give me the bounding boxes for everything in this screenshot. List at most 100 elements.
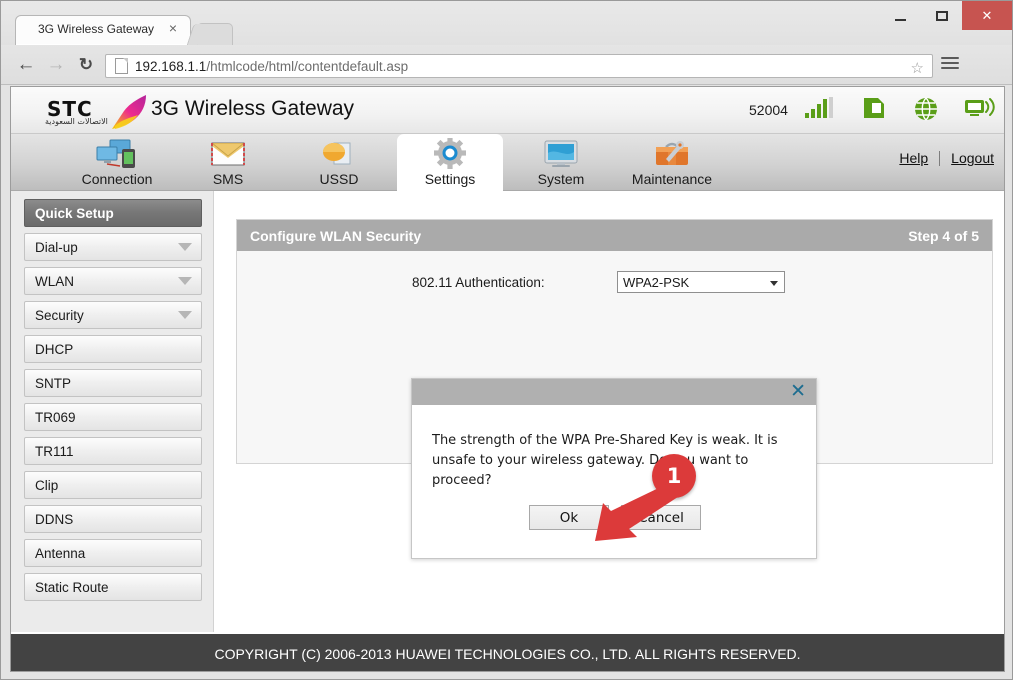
sidebar-item-label: Clip [35, 477, 59, 493]
new-tab-button[interactable] [197, 23, 233, 45]
status-icon-group [804, 95, 1004, 127]
auth-label: 802.11 Authentication: [412, 274, 545, 290]
router-nav-tabs: Connection SMS USSD Settings System Main… [11, 134, 1004, 191]
stc-flame-icon [112, 95, 146, 129]
dialog-message: The strength of the WPA Pre-Shared Key i… [432, 433, 778, 488]
reload-icon[interactable]: ↻ [73, 53, 99, 77]
close-window-button[interactable]: ✕ [962, 1, 1012, 30]
page-viewport: STC الاتصالات السعودية 3G Wireless Gatew… [10, 86, 1005, 672]
sidebar-item-tr069[interactable]: TR069 [24, 403, 202, 431]
url-path: /htmlcode/html/contentdefault.asp [206, 58, 409, 74]
step-indicator: Step 4 of 5 [908, 227, 979, 244]
system-monitor-icon [540, 138, 582, 170]
dialog-titlebar: ✕ [412, 379, 816, 405]
dialog-body: The strength of the WPA Pre-Shared Key i… [412, 405, 816, 491]
sms-envelope-icon [206, 138, 250, 170]
router-brand-title: 3G Wireless Gateway [151, 97, 355, 120]
browser-titlebar: 3G Wireless Gateway × ✕ [1, 1, 1012, 45]
sidebar-item-label: Dial-up [35, 239, 78, 255]
tab-maintenance[interactable]: Maintenance [617, 134, 727, 191]
sidebar-item-ddns[interactable]: DDNS [24, 505, 202, 533]
tab-sms[interactable]: SMS [188, 134, 268, 191]
router-header: STC الاتصالات السعودية 3G Wireless Gatew… [11, 87, 1004, 134]
sidebar-item-label: SNTP [35, 375, 72, 391]
close-icon[interactable]: ✕ [790, 382, 806, 402]
settings-gear-icon [431, 138, 469, 170]
maintenance-toolbox-icon [651, 138, 693, 170]
sidebar-item-label: DHCP [35, 341, 74, 357]
address-bar-url: 192.168.1.1/htmlcode/html/contentdefault… [135, 59, 408, 74]
auth-select[interactable]: WPA2-PSK [617, 271, 785, 293]
copyright-text: COPYRIGHT (C) 2006-2013 HUAWEI TECHNOLOG… [214, 645, 801, 662]
stc-logo-arabic: الاتصالات السعودية [45, 117, 108, 126]
sidebar-item-label: TR111 [35, 443, 74, 459]
sidebar-item-security[interactable]: Security [24, 301, 202, 329]
browser-tab[interactable]: 3G Wireless Gateway × [15, 15, 191, 45]
url-host: 192.168.1.1 [135, 58, 207, 74]
window-controls: ✕ [880, 1, 1012, 30]
sidebar-item-label: Quick Setup [35, 205, 114, 221]
sidebar-item-sntp[interactable]: SNTP [24, 369, 202, 397]
copyright-footer: COPYRIGHT (C) 2006-2013 HUAWEI TECHNOLOG… [11, 634, 1004, 671]
logout-link[interactable]: Logout [951, 150, 994, 166]
tab-system-label: System [537, 171, 585, 187]
chevron-down-icon [178, 311, 192, 319]
sidebar-item-label: Static Route [35, 579, 109, 595]
tab-settings-label: Settings [424, 171, 476, 187]
sidebar-item-label: DDNS [35, 511, 74, 527]
ussd-icon [318, 138, 360, 170]
back-icon[interactable]: ← [13, 53, 39, 77]
sim-card-icon [864, 98, 884, 118]
tab-connection-label: Connection [81, 171, 153, 187]
auth-row: 802.11 Authentication: WPA2-PSK [412, 271, 785, 293]
signal-strength-icon [805, 97, 833, 118]
sidebar-item-label: WLAN [35, 273, 75, 289]
maximize-button[interactable] [921, 1, 962, 30]
sidebar-item-dial-up[interactable]: Dial-up [24, 233, 202, 261]
sidebar-item-antenna[interactable]: Antenna [24, 539, 202, 567]
sidebar-item-quick-setup[interactable]: Quick Setup [24, 199, 202, 227]
sidebar-item-label: TR069 [35, 409, 76, 425]
browser-window: 3G Wireless Gateway × ✕ ← → ↻ 192.168.1.… [0, 0, 1013, 680]
internet-globe-icon [915, 97, 937, 121]
helpbar-divider [939, 151, 941, 166]
browser-menu-icon[interactable] [941, 57, 959, 72]
sidebar-item-dhcp[interactable]: DHCP [24, 335, 202, 363]
sidebar-item-label: Security [35, 307, 84, 323]
minimize-button[interactable] [880, 1, 921, 30]
sidebar-item-tr111[interactable]: TR111 [24, 437, 202, 465]
cancel-button[interactable]: Cancel [621, 505, 701, 530]
panel-header: Configure WLAN Security Step 4 of 5 [237, 220, 992, 251]
chevron-down-icon [178, 243, 192, 251]
wifi-broadcast-icon [965, 98, 995, 116]
chevron-down-icon [770, 281, 778, 286]
tab-connection[interactable]: Connection [67, 134, 167, 191]
browser-navbar: ← → ↻ 192.168.1.1/htmlcode/html/contentd… [1, 45, 1012, 85]
chevron-down-icon [178, 277, 192, 285]
help-logout-bar: Help Logout [899, 150, 994, 166]
tab-settings[interactable]: Settings [397, 134, 503, 191]
sidebar-item-static-route[interactable]: Static Route [24, 573, 202, 601]
tab-close-icon[interactable]: × [166, 21, 180, 35]
sidebar-item-clip[interactable]: Clip [24, 471, 202, 499]
stc-logo: STC الاتصالات السعودية [45, 93, 157, 129]
weak-key-warning-dialog: ✕ The strength of the WPA Pre-Shared Key… [411, 378, 817, 559]
dialog-buttons: Ok Cancel [412, 505, 818, 530]
help-link[interactable]: Help [899, 150, 928, 166]
tab-maintenance-label: Maintenance [631, 171, 713, 187]
ok-button[interactable]: Ok [529, 505, 609, 530]
device-id: 52004 [749, 102, 788, 118]
sidebar: Quick Setup Dial-up WLAN Security DHCP S… [11, 191, 214, 632]
sidebar-item-label: Antenna [35, 545, 86, 561]
bookmark-star-icon[interactable]: ☆ [911, 59, 924, 77]
address-bar[interactable]: 192.168.1.1/htmlcode/html/contentdefault… [105, 54, 933, 78]
forward-icon[interactable]: → [43, 53, 69, 77]
tab-ussd[interactable]: USSD [299, 134, 379, 191]
tab-ussd-label: USSD [319, 171, 359, 187]
page-document-icon [115, 58, 128, 74]
auth-select-value: WPA2-PSK [623, 274, 690, 290]
tab-sms-label: SMS [212, 171, 244, 187]
sidebar-item-wlan[interactable]: WLAN [24, 267, 202, 295]
connection-icon [94, 138, 140, 170]
tab-system[interactable]: System [521, 134, 601, 191]
